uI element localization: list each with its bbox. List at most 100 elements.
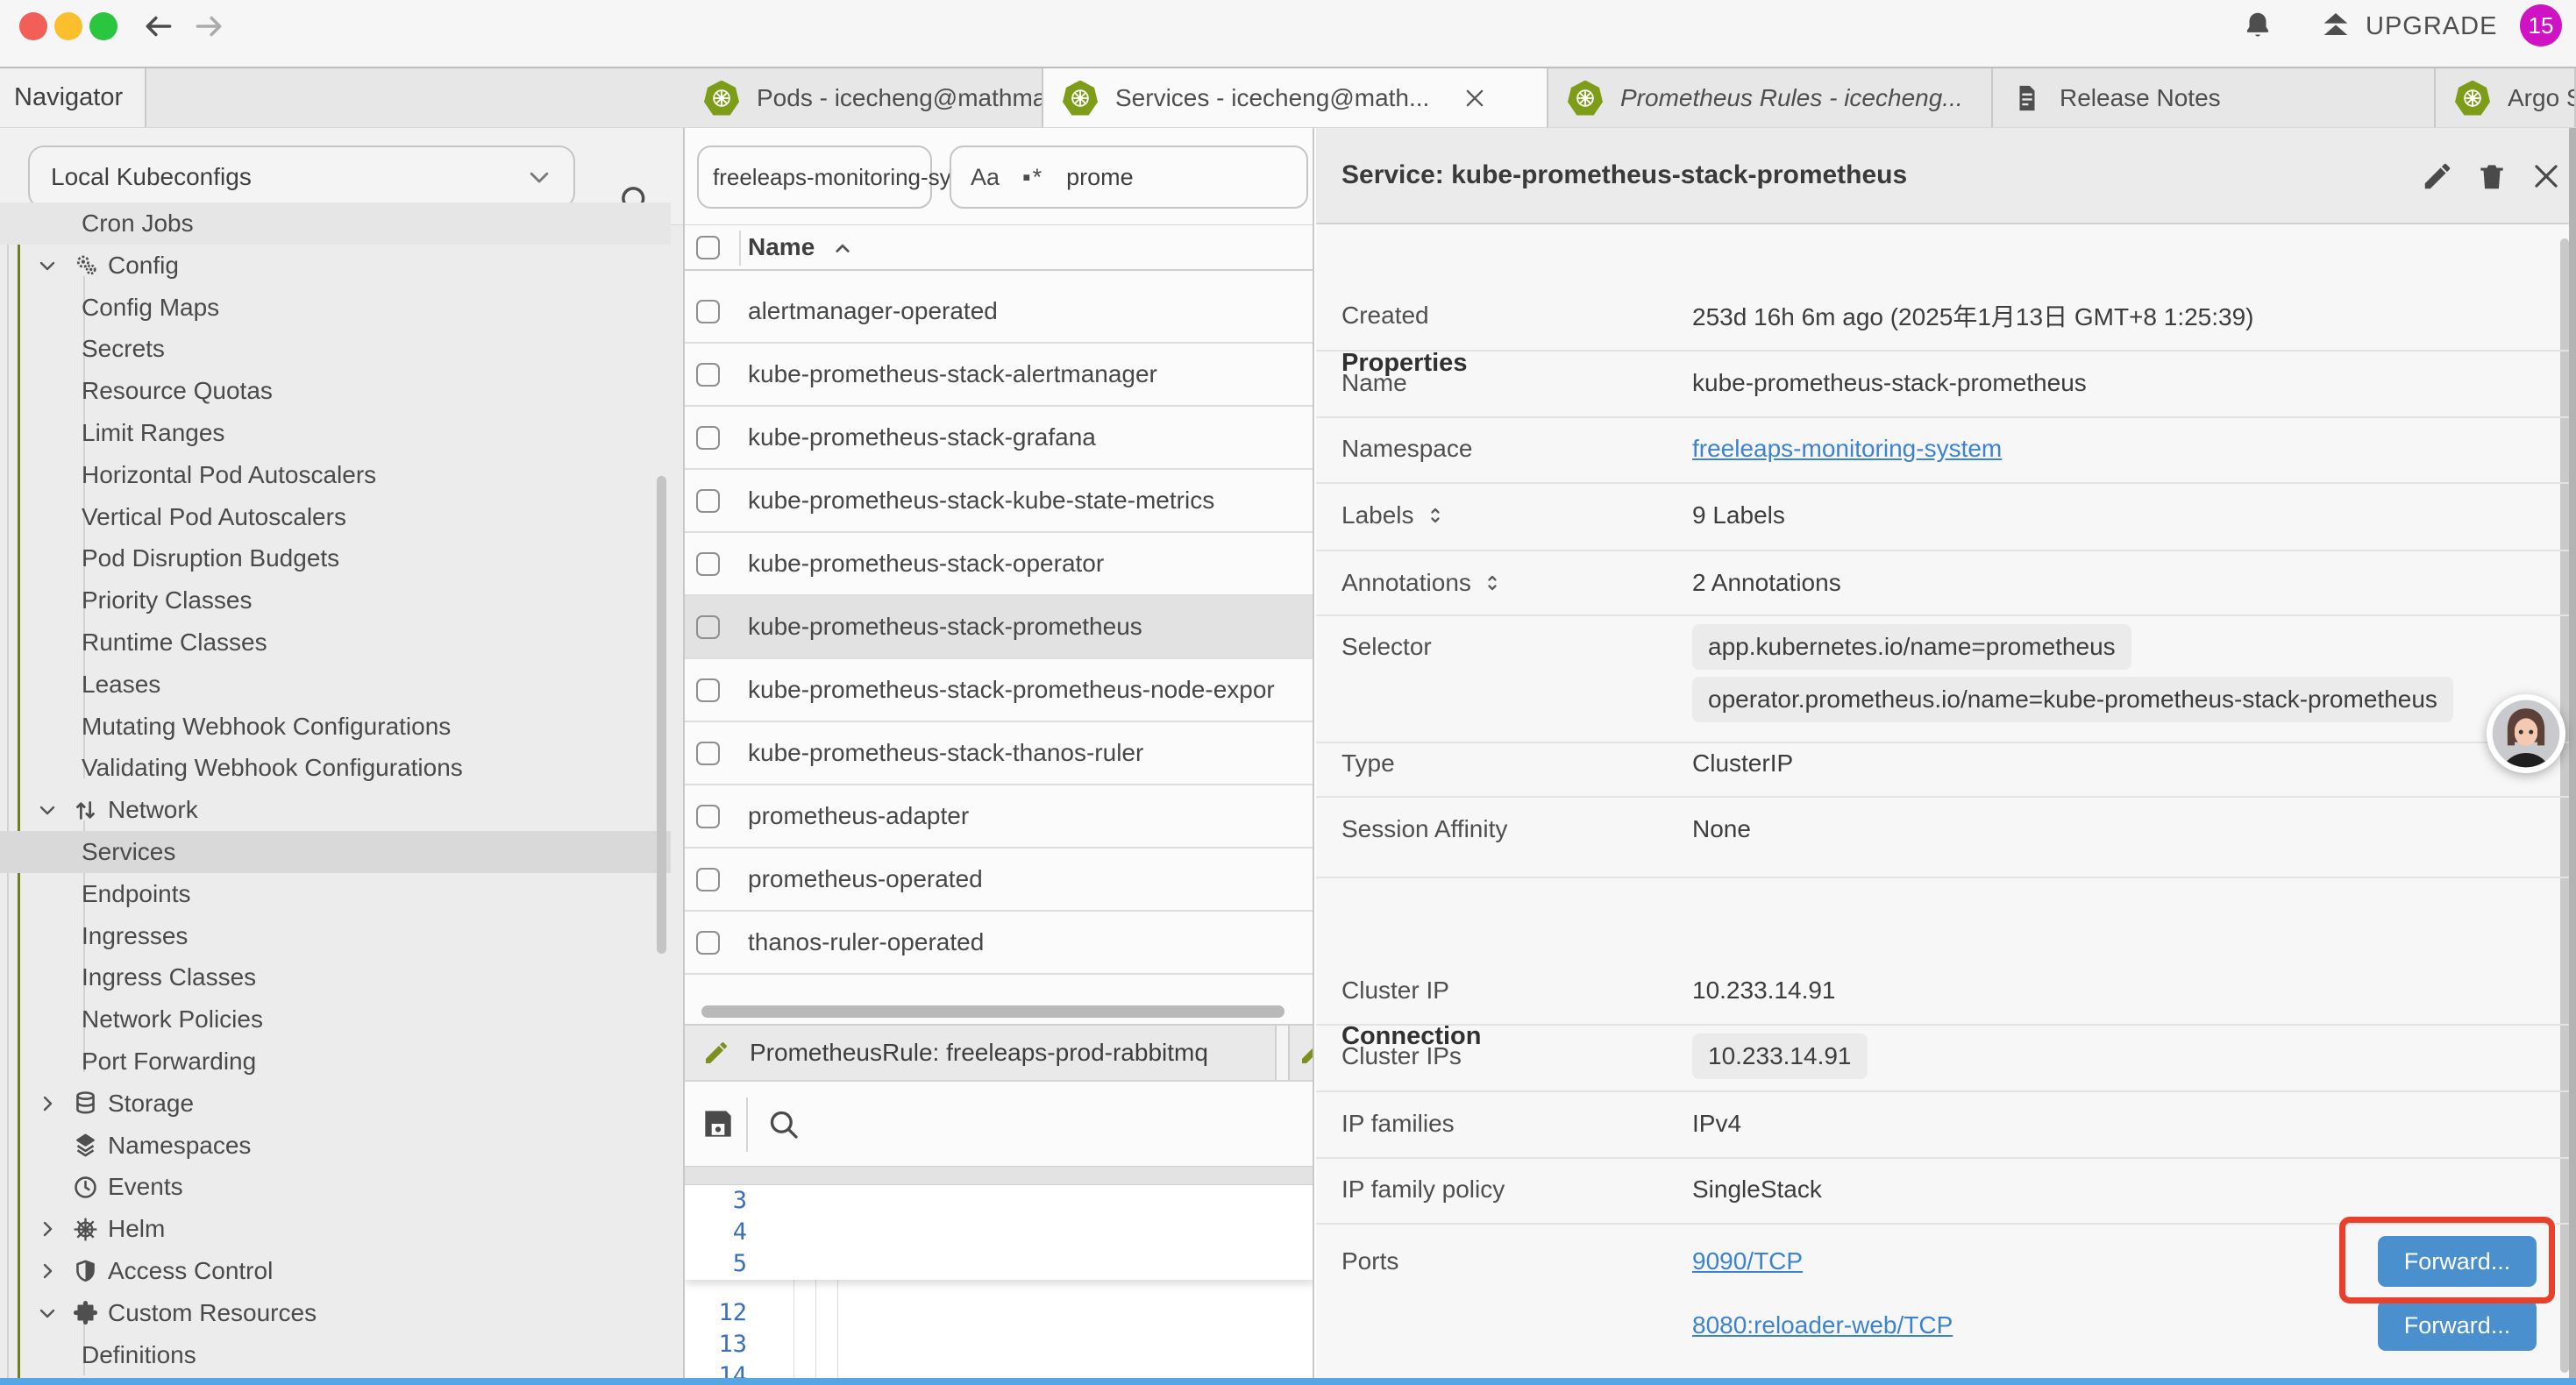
sidebar-item-services[interactable]: Services [0,831,671,873]
tab-prometheus-rules-icechen[interactable]: Prometheus Rules - icecheng... [1548,68,1993,127]
table-row[interactable]: alertmanager-operated [685,281,1314,344]
table-row[interactable]: thanos-ruler-operated [685,912,1314,975]
upgrade-button[interactable]: UPGRADE [2318,9,2497,44]
sidebar-item-config[interactable]: Config [0,245,671,287]
sidebar-item-runtime-classes[interactable]: Runtime Classes [0,621,671,664]
sidebar-item-events[interactable]: Events [0,1166,671,1208]
table-row[interactable]: kube-prometheus-stack-alertmanager [685,344,1314,407]
sidebar-item-secrets[interactable]: Secrets [0,328,671,370]
close-tab-icon[interactable] [1462,86,1487,110]
match-case-icon[interactable]: Aa [971,164,1000,191]
kubernetes-icon [1063,81,1098,116]
table-row[interactable]: kube-prometheus-stack-prometheus-node-ex… [685,659,1314,722]
tab-pods-icecheng-mathmas-[interactable]: Pods - icecheng@mathmas... [685,68,1043,127]
sidebar-item-port-forwarding[interactable]: Port Forwarding [0,1041,671,1083]
editor-search-icon[interactable] [765,1106,801,1141]
maximize-window-button[interactable] [89,12,117,40]
notification-count-badge[interactable]: 15 [2520,4,2562,46]
sidebar-item-storage[interactable]: Storage [0,1083,671,1125]
forward-icon[interactable] [192,10,225,43]
back-icon[interactable] [142,10,175,43]
sidebar-item-leases[interactable]: Leases [0,664,671,706]
row-checkbox[interactable] [696,931,720,955]
sort-icon[interactable] [1423,503,1448,528]
sidebar-item-ingresses[interactable]: Ingresses [0,915,671,957]
row-checkbox[interactable] [696,552,720,576]
avatar[interactable] [2486,693,2566,774]
row-separator [1316,350,2576,352]
table-row[interactable]: kube-prometheus-stack-kube-state-metrics [685,470,1314,533]
select-all-checkbox[interactable] [696,236,720,259]
sidebar-item-network-policies[interactable]: Network Policies [0,998,671,1041]
yaml-editor[interactable]: 345 121314 [685,1185,1314,1385]
resource-search-input[interactable]: Aa ▪* prome [950,146,1308,209]
close-icon[interactable] [2530,160,2563,193]
horizontal-scrollbar[interactable] [701,1005,1284,1018]
chevron-down-icon[interactable] [37,799,58,820]
port-link[interactable]: 9090/TCP [1692,1247,1803,1275]
sidebar-item-horizontal-pod-autoscalers[interactable]: Horizontal Pod Autoscalers [0,454,671,496]
sidebar-item-pod-disruption-budgets[interactable]: Pod Disruption Budgets [0,537,671,579]
row-checkbox[interactable] [696,363,720,387]
editor-tab-2[interactable] [1288,1026,1314,1080]
name-column-header[interactable]: Name [748,233,815,261]
sidebar-item-mutating-webhook-configurations[interactable]: Mutating Webhook Configurations [0,706,671,748]
editor-tab[interactable]: PrometheusRule: freeleaps-prod-rabbitmq [685,1026,1277,1080]
sidebar-item-network[interactable]: Network [0,789,671,831]
regex-icon[interactable]: ▪* [1022,164,1043,191]
chevron-down-icon[interactable] [37,255,58,276]
minimize-window-button[interactable] [54,12,82,40]
sidebar-item-access-control[interactable]: Access Control [0,1250,671,1292]
sidebar-item-ingress-classes[interactable]: Ingress Classes [0,956,671,998]
sidebar-item-custom-resources[interactable]: Custom Resources [0,1292,671,1334]
kubeconfig-select[interactable]: Local Kubeconfigs [28,146,575,209]
tab-services-icecheng-math-[interactable]: Services - icecheng@math... [1043,68,1548,127]
port-link[interactable]: 8080:reloader-web/TCP [1692,1311,1953,1339]
sort-ascending-icon[interactable] [829,236,856,262]
detail-label-name: Name [1341,369,1407,397]
table-row[interactable]: kube-prometheus-stack-thanos-ruler [685,722,1314,785]
sidebar-item-endpoints[interactable]: Endpoints [0,873,671,915]
row-checkbox[interactable] [696,300,720,323]
port-forward-button[interactable]: Forward... [2378,1300,2537,1351]
table-row[interactable]: prometheus-operated [685,849,1314,912]
delete-icon[interactable] [2475,160,2508,193]
sidebar-item-namespaces[interactable]: Namespaces [0,1125,671,1167]
row-checkbox[interactable] [696,805,720,828]
notifications-bell-icon[interactable] [2241,9,2274,42]
close-window-button[interactable] [19,12,47,40]
row-checkbox[interactable] [696,426,720,450]
chevron-right-icon[interactable] [37,1093,58,1114]
edit-icon[interactable] [2421,160,2454,193]
table-row[interactable]: prometheus-adapter [685,785,1314,849]
chevron-right-icon[interactable] [37,1261,58,1282]
sidebar-item-resource-quotas[interactable]: Resource Quotas [0,370,671,412]
details-scrollbar[interactable] [2560,238,2569,1373]
sidebar-item-priority-classes[interactable]: Priority Classes [0,579,671,621]
tab-release-notes[interactable]: Release Notes [1993,68,2436,127]
namespace-link[interactable]: freeleaps-monitoring-system [1692,435,2002,463]
save-icon[interactable] [699,1104,737,1143]
row-checkbox[interactable] [696,489,720,513]
row-checkbox[interactable] [696,868,720,891]
sidebar-item-config-maps[interactable]: Config Maps [0,287,671,329]
chevron-down-icon[interactable] [37,1303,58,1324]
sidebar-item-vertical-pod-autoscalers[interactable]: Vertical Pod Autoscalers [0,496,671,538]
sidebar-item-cron-jobs[interactable]: Cron Jobs [0,202,671,245]
table-row[interactable]: kube-prometheus-stack-prometheus [685,596,1314,659]
sidebar-scrollbar[interactable] [657,476,666,954]
namespace-select[interactable]: freeleaps-monitoring-system [697,146,932,209]
chevron-right-icon[interactable] [37,1218,58,1239]
sidebar-item-helm[interactable]: Helm [0,1208,671,1250]
sort-icon[interactable] [1480,571,1505,595]
tab-argo-se[interactable]: Argo Se [2436,68,2576,127]
sidebar-item-validating-webhook-configurations[interactable]: Validating Webhook Configurations [0,747,671,789]
tab-navigator[interactable]: Navigator [0,68,146,127]
row-checkbox[interactable] [696,615,720,639]
row-checkbox[interactable] [696,742,720,765]
sidebar-item-limit-ranges[interactable]: Limit Ranges [0,412,671,454]
row-checkbox[interactable] [696,678,720,702]
table-row[interactable]: kube-prometheus-stack-grafana [685,407,1314,470]
sidebar-item-definitions[interactable]: Definitions [0,1334,671,1376]
table-row[interactable]: kube-prometheus-stack-operator [685,533,1314,596]
